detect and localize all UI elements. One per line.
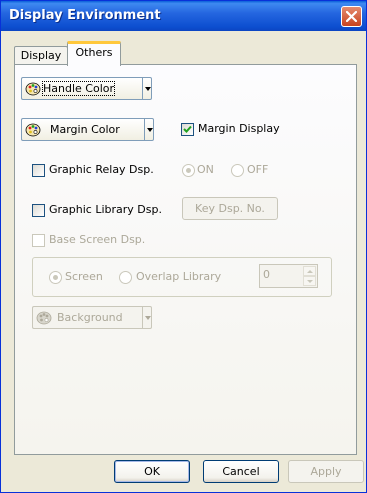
graphic-relay-checkbox[interactable]	[32, 164, 45, 177]
handle-color-button[interactable]: Handle Color	[21, 77, 152, 100]
margin-display-checkbox[interactable]	[181, 123, 194, 136]
background-main[interactable]: Background	[32, 306, 142, 329]
graphic-library-label: Graphic Library Dsp.	[49, 203, 162, 216]
overlap-library-label: Overlap Library	[136, 270, 222, 283]
overlap-number-value: 0	[263, 268, 270, 281]
graphic-library-checkbox[interactable]	[32, 204, 45, 217]
relay-on-radio[interactable]	[182, 164, 195, 177]
close-icon	[346, 11, 357, 22]
tab-others-label: Others	[75, 46, 113, 59]
handle-color-main[interactable]: Handle Color	[21, 77, 142, 100]
relay-off-radio[interactable]	[231, 164, 244, 177]
close-button[interactable]	[341, 6, 362, 27]
key-dsp-no-button[interactable]: Key Dsp. No.	[182, 197, 278, 220]
relay-off-label: OFF	[247, 163, 269, 176]
dialog-window: Display Environment Display Others Handl…	[0, 0, 367, 493]
base-screen-checkbox[interactable]	[32, 234, 45, 247]
window-title: Display Environment	[9, 8, 161, 23]
cancel-button[interactable]: Cancel	[203, 460, 279, 483]
overlap-number-spinner[interactable]: 0	[259, 264, 318, 288]
margin-color-main[interactable]: Margin Color	[21, 118, 144, 141]
tab-display-label: Display	[20, 49, 62, 62]
screen-radio[interactable]	[49, 271, 62, 284]
screen-label: Screen	[65, 270, 103, 283]
margin-color-button[interactable]: Margin Color	[21, 118, 154, 141]
margin-color-label: Margin Color	[50, 123, 120, 136]
title-bar[interactable]: Display Environment	[1, 1, 366, 31]
background-button[interactable]: Background	[32, 306, 152, 329]
background-dropdown[interactable]	[142, 306, 152, 329]
spinner-up-icon[interactable]	[303, 266, 316, 276]
tab-others[interactable]: Others	[67, 41, 121, 66]
checkmark-icon	[183, 125, 192, 133]
spinner-arrows	[303, 266, 316, 286]
overlap-library-radio[interactable]	[119, 271, 132, 284]
handle-color-label: Handle Color	[41, 81, 116, 96]
apply-button[interactable]: Apply	[288, 460, 364, 483]
margin-color-dropdown[interactable]	[144, 118, 154, 141]
margin-display-label: Margin Display	[198, 122, 280, 135]
graphic-relay-label: Graphic Relay Dsp.	[49, 163, 154, 176]
spinner-down-icon[interactable]	[303, 276, 316, 286]
tab-display[interactable]: Display	[14, 46, 68, 65]
background-label: Background	[57, 311, 123, 324]
handle-color-dropdown[interactable]	[142, 77, 152, 100]
palette-icon	[36, 311, 52, 325]
base-screen-label: Base Screen Dsp.	[49, 233, 146, 246]
palette-icon	[25, 82, 41, 96]
palette-icon	[25, 123, 41, 137]
ok-button[interactable]: OK	[114, 460, 190, 483]
relay-on-label: ON	[197, 163, 214, 176]
